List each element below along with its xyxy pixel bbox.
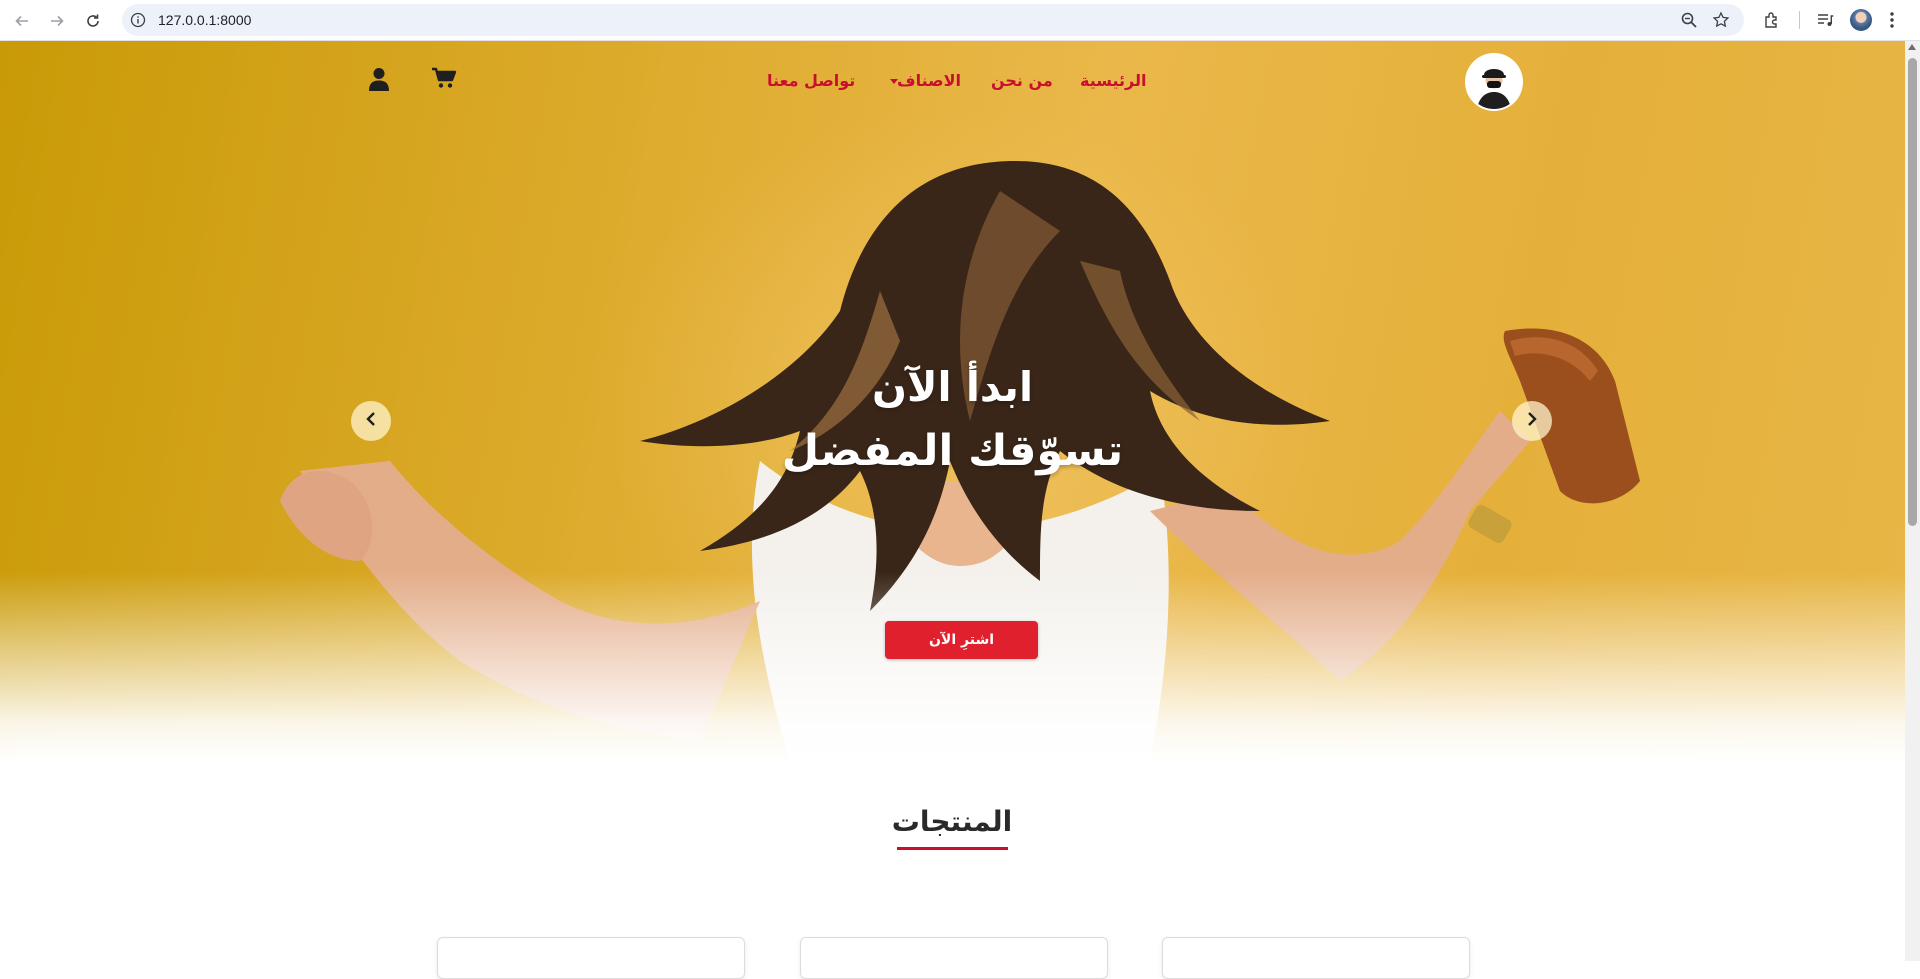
site-navbar: الرئيسية من نحن الاصناف تواصل معنا: [0, 41, 1905, 121]
info-icon[interactable]: [130, 12, 146, 28]
product-card[interactable]: [437, 937, 745, 979]
chevron-left-icon: [364, 411, 378, 431]
star-icon[interactable]: [1712, 11, 1730, 33]
chevron-down-icon[interactable]: [890, 79, 898, 84]
hero-heading: ابدأ الآن تسوّقك المفضل: [700, 362, 1205, 476]
nav-link-home[interactable]: الرئيسية: [1080, 71, 1147, 91]
product-card[interactable]: [800, 937, 1108, 979]
chevron-right-icon: [1525, 411, 1539, 431]
cart-icon[interactable]: [431, 67, 457, 93]
title-underline: [897, 847, 1008, 850]
products-section-title: المنتجات: [891, 805, 1013, 838]
slider-prev-button[interactable]: [351, 401, 391, 441]
slider-next-button[interactable]: [1512, 401, 1552, 441]
address-bar[interactable]: 127.0.0.1:8000: [122, 4, 1744, 36]
zoom-icon[interactable]: [1680, 11, 1698, 33]
nav-link-categories[interactable]: الاصناف: [897, 71, 961, 91]
media-icon[interactable]: [1814, 9, 1836, 31]
toolbar-divider: [1799, 11, 1800, 29]
menu-icon[interactable]: [1881, 9, 1903, 31]
back-icon[interactable]: [9, 8, 35, 34]
site-logo[interactable]: [1467, 55, 1521, 109]
product-card[interactable]: [1162, 937, 1470, 979]
scroll-up-arrow[interactable]: [1908, 44, 1916, 50]
scrollbar-thumb[interactable]: [1908, 58, 1917, 526]
buy-now-button[interactable]: اشترِ الآن: [885, 621, 1038, 659]
profile-icon[interactable]: [1850, 9, 1872, 31]
nav-link-about[interactable]: من نحن: [991, 71, 1053, 91]
user-icon[interactable]: [368, 67, 390, 95]
hero-bottom-fade: [0, 572, 1905, 762]
browser-toolbar: 127.0.0.1:8000: [0, 0, 1920, 41]
url-text[interactable]: 127.0.0.1:8000: [158, 12, 251, 28]
forward-icon[interactable]: [44, 8, 70, 34]
extensions-icon[interactable]: [1761, 9, 1783, 31]
hero-heading-line1: ابدأ الآن: [871, 363, 1034, 411]
nav-link-contact[interactable]: تواصل معنا: [767, 71, 855, 91]
hero-heading-line2: تسوّقك المفضل: [781, 426, 1124, 476]
reload-icon[interactable]: [80, 8, 106, 34]
